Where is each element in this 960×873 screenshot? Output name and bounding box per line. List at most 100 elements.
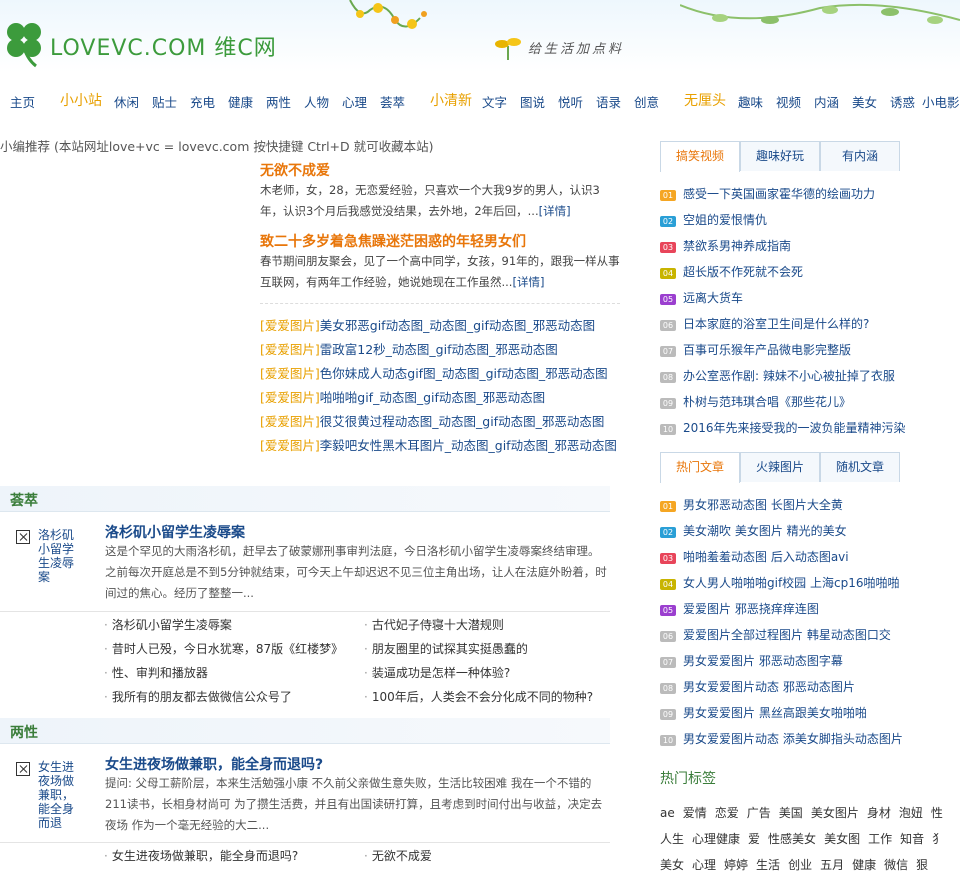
- section-title[interactable]: 两性: [10, 722, 38, 742]
- rank-item-title[interactable]: 爱爱图片全部过程图片 韩星动态图口交: [683, 628, 891, 642]
- rank-item[interactable]: 01 男女邪恶动态图 长图片大全黄: [660, 492, 960, 518]
- rank-item-title[interactable]: 感受一下英国画家霍华德的绘画功力: [683, 187, 875, 201]
- nav-item[interactable]: 人物: [304, 92, 329, 111]
- tag-link[interactable]: 五月: [820, 858, 844, 872]
- related-link[interactable]: 女生进夜场做兼职，能全身而退吗?: [104, 847, 298, 864]
- tab-1[interactable]: 热门文章: [660, 452, 740, 483]
- nav-item[interactable]: 小电影: [922, 92, 960, 111]
- rank-item[interactable]: 05 爱爱图片 邪恶挠痒痒连图: [660, 596, 960, 622]
- tag-link[interactable]: 美女图: [824, 832, 860, 846]
- thumbnail[interactable]: 洛杉矶小留学生凌辱案: [16, 528, 78, 598]
- related-link[interactable]: 我所有的朋友都去做微信公众号了: [104, 688, 292, 705]
- tab-2[interactable]: 趣味好玩: [740, 141, 820, 171]
- tab-1[interactable]: 搞笑视频: [660, 141, 740, 172]
- rank-item[interactable]: 04 女人男人啪啪啪gif校园 上海cp16啪啪啪: [660, 570, 960, 596]
- tag-link[interactable]: 泡妞: [899, 806, 923, 820]
- pic-link-item[interactable]: [爱爱图片]李毅吧女性黑木耳图片_动态图_gif动态图_邪恶动态图: [260, 436, 622, 460]
- tag-link[interactable]: 微信: [884, 858, 908, 872]
- related-link[interactable]: 100年后，人类会不会分化成不同的物种?: [364, 688, 593, 705]
- thumbnail[interactable]: 女生进夜场做兼职，能全身而退吗?: [16, 760, 78, 830]
- pic-category-tag[interactable]: [爱爱图片]: [260, 390, 320, 405]
- rank-item-title[interactable]: 男女爱爱图片动态 添美女脚指头动态图片: [683, 732, 903, 746]
- pic-link-title[interactable]: 雷政富12秒_动态图_gif动态图_邪恶动态图: [320, 342, 558, 357]
- tag-link[interactable]: 美国: [779, 806, 803, 820]
- nav-item[interactable]: 诱惑: [890, 92, 915, 111]
- pic-link-item[interactable]: [爱爱图片]很艾很黄过程动态图_动态图_gif动态图_邪恶动态图: [260, 412, 622, 436]
- nav-item[interactable]: 休闲: [114, 92, 139, 111]
- rank-item[interactable]: 08 办公室恶作剧: 辣妹不小心被扯掉了衣服: [660, 363, 960, 389]
- tag-link[interactable]: 人生: [660, 832, 684, 846]
- pic-link-title[interactable]: 色你妹成人动态gif图_动态图_gif动态图_邪恶动态图: [320, 366, 608, 381]
- tag-link[interactable]: 健康: [852, 858, 876, 872]
- pic-category-tag[interactable]: [爱爱图片]: [260, 438, 320, 453]
- related-link[interactable]: 装逼成功是怎样一种体验?: [364, 664, 510, 681]
- tag-link[interactable]: 广告: [747, 806, 771, 820]
- rank-item[interactable]: 08 男女爱爱图片动态 邪恶动态图片: [660, 674, 960, 700]
- tag-link[interactable]: 犭: [932, 832, 944, 846]
- rank-item-title[interactable]: 女人男人啪啪啪gif校园 上海cp16啪啪啪: [683, 576, 899, 590]
- pic-category-tag[interactable]: [爱爱图片]: [260, 414, 320, 429]
- rank-item[interactable]: 06 爱爱图片全部过程图片 韩星动态图口交: [660, 622, 960, 648]
- related-link[interactable]: 古代妃子侍寝十大潜规则: [364, 616, 504, 633]
- tag-link[interactable]: 爱情: [683, 806, 707, 820]
- tab-3[interactable]: 有内涵: [820, 141, 900, 171]
- nav-item[interactable]: 图说: [520, 92, 545, 111]
- rank-item-title[interactable]: 男女爱爱图片动态 邪恶动态图片: [683, 680, 855, 694]
- tab-2[interactable]: 火辣图片: [740, 452, 820, 482]
- nav-item[interactable]: 健康: [228, 92, 253, 111]
- rank-item-title[interactable]: 禁欲系男神养成指南: [683, 239, 791, 253]
- feature-title[interactable]: 无欲不成爱: [260, 160, 330, 180]
- tag-link[interactable]: 身材: [867, 806, 891, 820]
- pic-link-title[interactable]: 很艾很黄过程动态图_动态图_gif动态图_邪恶动态图: [320, 414, 605, 429]
- related-link[interactable]: 洛杉矶小留学生凌辱案: [104, 616, 232, 633]
- tag-link[interactable]: 性感美女: [768, 832, 816, 846]
- tag-link[interactable]: 生活: [756, 858, 780, 872]
- pic-link-item[interactable]: [爱爱图片]美女邪恶gif动态图_动态图_gif动态图_邪恶动态图: [260, 316, 622, 340]
- tag-link[interactable]: 美女图片: [811, 806, 859, 820]
- rank-item[interactable]: 02 美女潮吹 美女图片 精光的美女: [660, 518, 960, 544]
- tag-link[interactable]: 性: [931, 806, 943, 820]
- tag-link[interactable]: 狠: [916, 858, 928, 872]
- rank-item[interactable]: 07 百事可乐猴年产品微电影完整版: [660, 337, 960, 363]
- nav-item[interactable]: 小小站: [60, 90, 102, 110]
- rank-item[interactable]: 10 2016年先来接受我的一波负能量精神污染: [660, 415, 960, 441]
- tab-3[interactable]: 随机文章: [820, 452, 900, 482]
- detail-link[interactable]: [详情]: [512, 275, 544, 289]
- rank-item[interactable]: 10 男女爱爱图片动态 添美女脚指头动态图片: [660, 726, 960, 752]
- pic-link-title[interactable]: 李毅吧女性黑木耳图片_动态图_gif动态图_邪恶动态图: [320, 438, 617, 453]
- rank-item-title[interactable]: 男女爱爱图片 邪恶动态图字幕: [683, 654, 843, 668]
- tag-link[interactable]: 婷婷: [724, 858, 748, 872]
- tag-link[interactable]: 心理: [692, 858, 716, 872]
- pic-link-title[interactable]: 美女邪恶gif动态图_动态图_gif动态图_邪恶动态图: [320, 318, 595, 333]
- rank-item-title[interactable]: 办公室恶作剧: 辣妹不小心被扯掉了衣服: [683, 369, 895, 383]
- rank-item[interactable]: 09 男女爱爱图片 黑丝高跟美女啪啪啪: [660, 700, 960, 726]
- nav-item[interactable]: 内涵: [814, 92, 839, 111]
- feature-title[interactable]: 致二十多岁着急焦躁迷茫困惑的年轻男女们: [260, 231, 526, 251]
- site-logo[interactable]: LOVEVC.COM 维C网: [2, 18, 276, 68]
- tag-link[interactable]: 恋爱: [715, 806, 739, 820]
- pic-link-title[interactable]: 啪啪啪gif_动态图_gif动态图_邪恶动态图: [320, 390, 545, 405]
- rank-item[interactable]: 03 禁欲系男神养成指南: [660, 233, 960, 259]
- article-title[interactable]: 女生进夜场做兼职，能全身而退吗?: [105, 754, 323, 774]
- rank-item[interactable]: 02 空姐的爱恨情仇: [660, 207, 960, 233]
- nav-item[interactable]: 悦听: [558, 92, 583, 111]
- pic-category-tag[interactable]: [爱爱图片]: [260, 318, 320, 333]
- rank-item[interactable]: 01 感受一下英国画家霍华德的绘画功力: [660, 181, 960, 207]
- pic-link-item[interactable]: [爱爱图片]色你妹成人动态gif图_动态图_gif动态图_邪恶动态图: [260, 364, 622, 388]
- rank-item-title[interactable]: 超长版不作死就不会死: [683, 265, 803, 279]
- rank-item[interactable]: 06 日本家庭的浴室卫生间是什么样的?: [660, 311, 960, 337]
- rank-item[interactable]: 07 男女爱爱图片 邪恶动态图字幕: [660, 648, 960, 674]
- rank-item-title[interactable]: 爱爱图片 邪恶挠痒痒连图: [683, 602, 819, 616]
- rank-item-title[interactable]: 啪啪羞羞动态图 后入动态图avi: [683, 550, 849, 564]
- rank-item-title[interactable]: 百事可乐猴年产品微电影完整版: [683, 343, 851, 357]
- tag-link[interactable]: 创业: [788, 858, 812, 872]
- tag-link[interactable]: 美女: [660, 858, 684, 872]
- pic-link-item[interactable]: [爱爱图片]雷政富12秒_动态图_gif动态图_邪恶动态图: [260, 340, 622, 364]
- rank-item-title[interactable]: 男女爱爱图片 黑丝高跟美女啪啪啪: [683, 706, 867, 720]
- section-title[interactable]: 荟萃: [10, 490, 38, 510]
- rank-item-title[interactable]: 2016年先来接受我的一波负能量精神污染: [683, 421, 906, 435]
- related-link[interactable]: 朋友圈里的试探其实挺愚蠢的: [364, 640, 528, 657]
- pic-category-tag[interactable]: [爱爱图片]: [260, 342, 320, 357]
- tag-link[interactable]: 爱: [748, 832, 760, 846]
- rank-item-title[interactable]: 美女潮吹 美女图片 精光的美女: [683, 524, 847, 538]
